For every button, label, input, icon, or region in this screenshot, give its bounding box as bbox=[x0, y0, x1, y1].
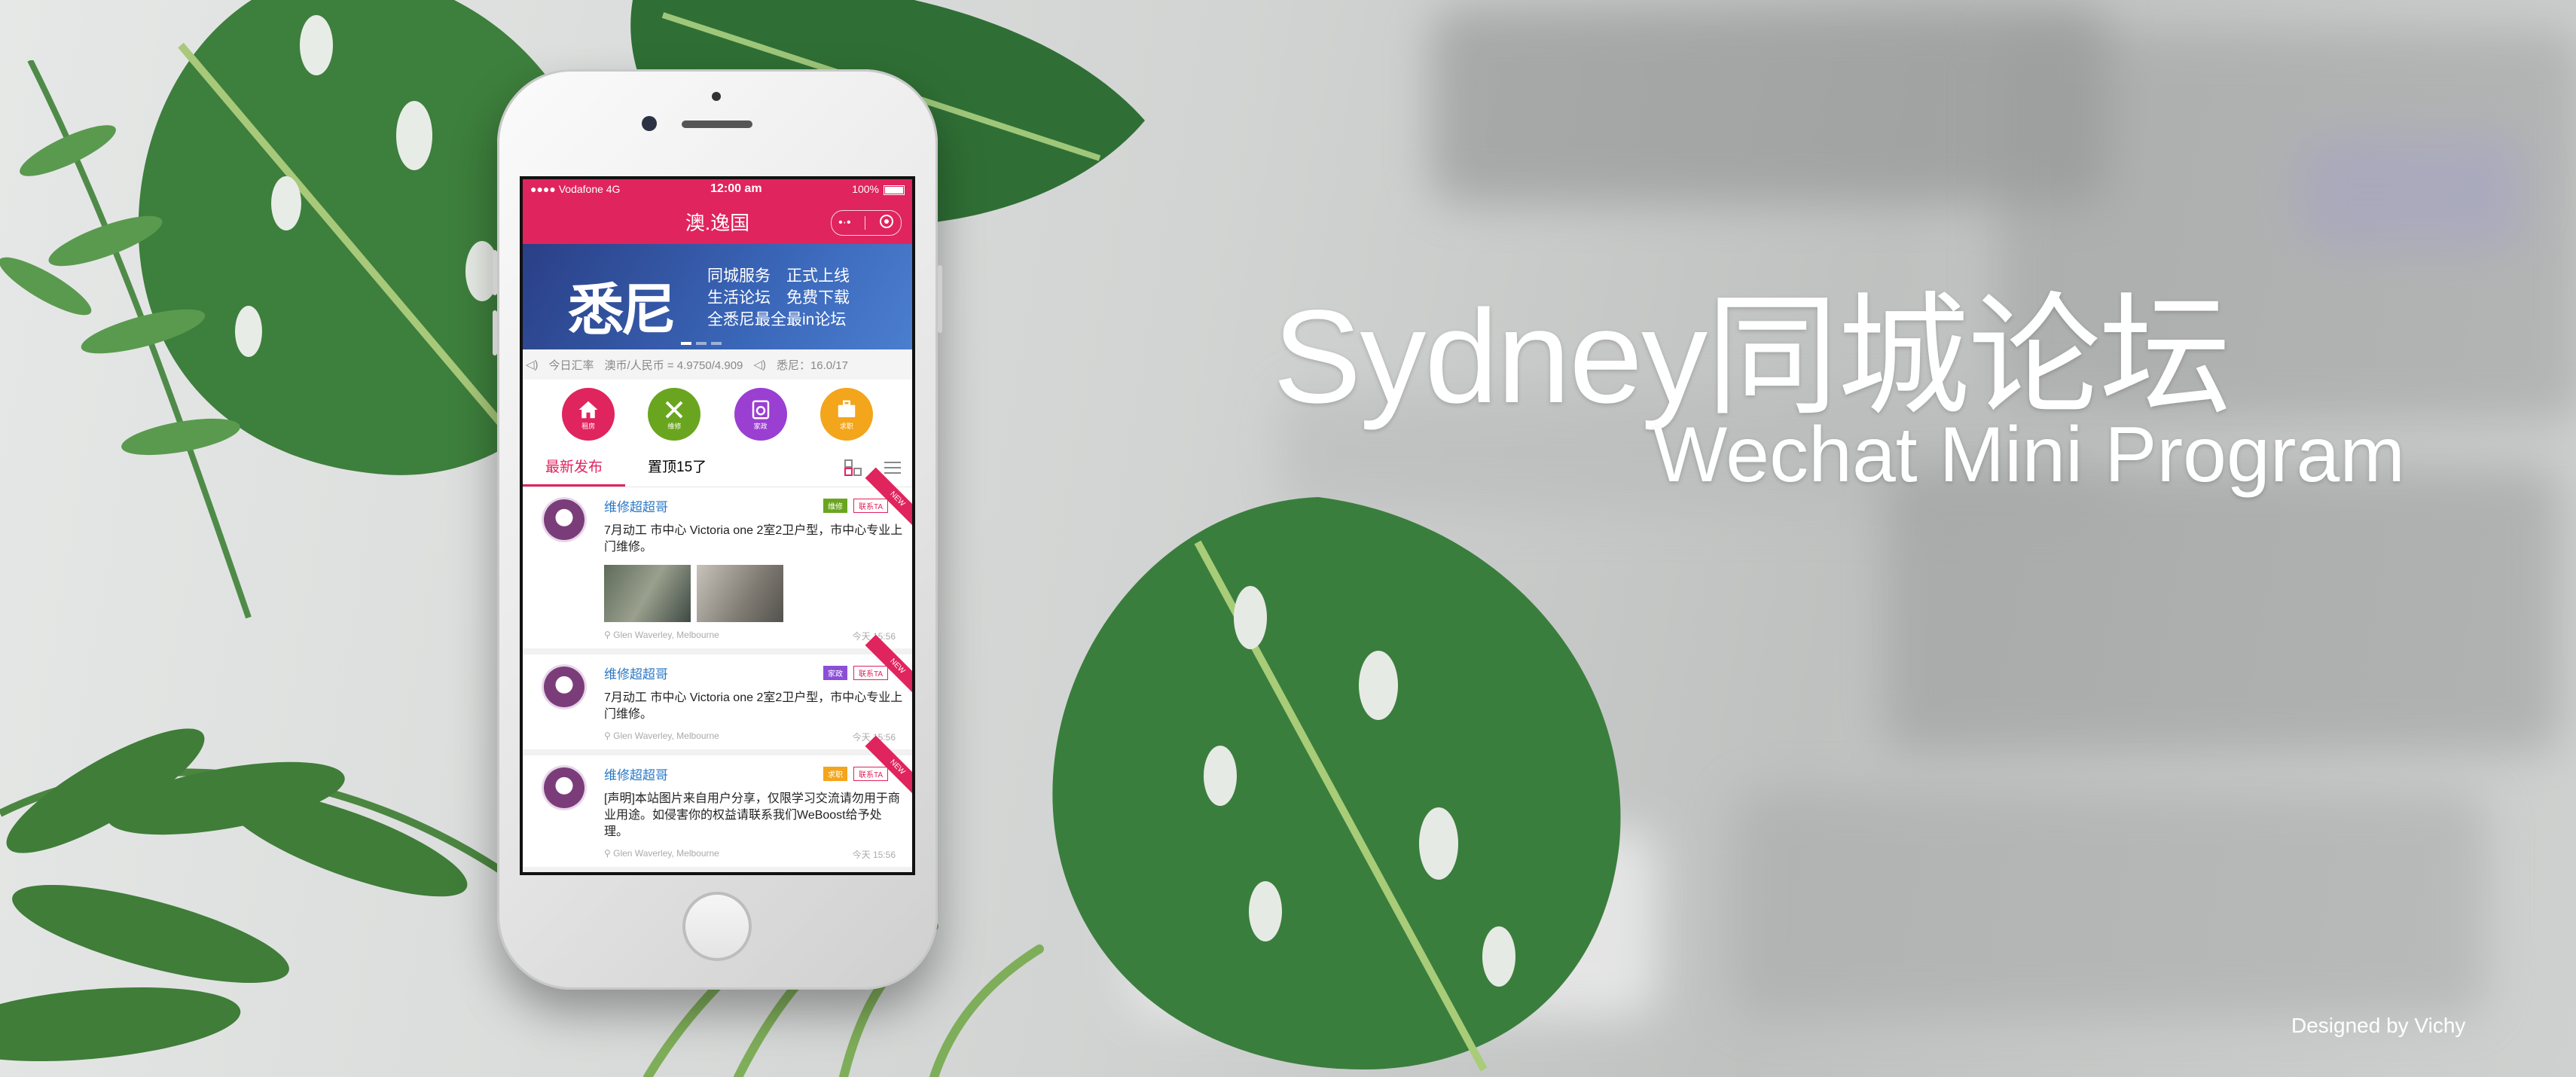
promo-banner[interactable]: 悉尼 同城服务 正式上线 生活论坛 免费下载 全悉尼最全最in论坛 bbox=[523, 244, 912, 349]
tab-latest[interactable]: 最新发布 bbox=[523, 449, 626, 487]
post-item[interactable]: NEW 维修超超哥 求职 联系TA [声明]本站图片来自用户分享，仅限学习交流请… bbox=[523, 735, 912, 872]
post-text: [声明]本站图片来自用户分享，仅限学习交流请勿用于商业用途。如侵害你的权益请联系… bbox=[604, 792, 900, 838]
list-view-icon[interactable] bbox=[884, 459, 902, 476]
phone-camera bbox=[642, 116, 657, 131]
banner-pagination bbox=[681, 342, 722, 345]
battery-icon bbox=[883, 185, 905, 195]
post-location: ⚲ Glen Waverley, Melbourne bbox=[604, 630, 719, 640]
category-tag: 家政 bbox=[823, 666, 847, 680]
monstera-leaf-bottom bbox=[1052, 497, 1621, 1072]
post-text: 7月动工 市中心 Victoria one 2室2卫户型，市中心专业上门维修。 bbox=[604, 524, 903, 554]
exchange-rate: 澳币/人民币 = 4.9750/4.909 bbox=[604, 358, 743, 372]
post-item[interactable]: NEW 维修超超哥 家政 联系TA 7月动工 市中心 Victoria one … bbox=[523, 634, 912, 755]
status-bar: ●●●● Vodafone 4G 12:00 am 100% bbox=[523, 179, 912, 199]
exchange-label: 今日汇率 bbox=[548, 358, 594, 372]
category-repair[interactable]: 维修 bbox=[648, 388, 701, 441]
post-username[interactable]: 维修超超哥 bbox=[604, 664, 817, 682]
banner-slogan: 同城服务 正式上线 生活论坛 免费下载 全悉尼最全最in论坛 bbox=[707, 267, 850, 328]
category-rent[interactable]: 租房 bbox=[562, 388, 615, 441]
phone-volume-button bbox=[493, 250, 497, 295]
carrier: ●●●● Vodafone 4G bbox=[530, 183, 621, 195]
tools-icon bbox=[666, 401, 683, 418]
post-photo[interactable] bbox=[604, 565, 691, 622]
phone-screen: ●●●● Vodafone 4G 12:00 am 100% 澳.逸国 •·• … bbox=[520, 176, 915, 875]
post-text: 7月动工 市中心 Victoria one 2室2卫户型，市中心专业上门维修。 bbox=[604, 691, 903, 721]
phone-mockup: ●●●● Vodafone 4G 12:00 am 100% 澳.逸国 •·• … bbox=[493, 69, 942, 990]
category-tag: 求职 bbox=[823, 767, 847, 781]
avatar[interactable] bbox=[544, 667, 584, 707]
post-location: ⚲ Glen Waverley, Melbourne bbox=[604, 731, 719, 741]
tab-pinned[interactable]: 置顶15了 bbox=[625, 449, 729, 487]
post-time: 今天 15:56 bbox=[852, 850, 896, 860]
category-tag: 维修 bbox=[823, 499, 847, 513]
post-username[interactable]: 维修超超哥 bbox=[604, 496, 817, 515]
category-jobs[interactable]: 求职 bbox=[819, 388, 873, 441]
clock: 12:00 am bbox=[710, 182, 762, 195]
post-username[interactable]: 维修超超哥 bbox=[604, 764, 817, 783]
phone-speaker bbox=[682, 121, 752, 128]
designer-credit: Designed by Vichy bbox=[2291, 1014, 2466, 1037]
close-circle-icon[interactable] bbox=[879, 214, 894, 233]
speaker-icon: ◁) bbox=[753, 358, 766, 371]
home-icon bbox=[578, 401, 598, 418]
post-photo[interactable] bbox=[697, 565, 783, 622]
contact-tag[interactable]: 联系TA bbox=[853, 666, 888, 680]
avatar[interactable] bbox=[544, 767, 584, 808]
banner-city: 悉尼 bbox=[568, 278, 676, 343]
phone-sensor bbox=[712, 92, 721, 101]
background bbox=[0, 0, 2576, 1077]
info-ticker: ◁) 今日汇率 澳币/人民币 = 4.9750/4.909 ◁) 悉尼：16.0… bbox=[523, 349, 912, 380]
headline-subtitle: Wechat Mini Program bbox=[1653, 411, 2405, 499]
phone-volume-button bbox=[493, 310, 497, 355]
weather: 悉尼：16.0/17 bbox=[776, 358, 848, 372]
speaker-icon: ◁) bbox=[526, 358, 539, 371]
category-housekeeping[interactable]: 家政 bbox=[734, 388, 787, 441]
mini-program-capsule: •·• bbox=[831, 210, 902, 236]
grid-view-icon[interactable] bbox=[844, 459, 862, 476]
avatar[interactable] bbox=[544, 499, 584, 540]
phone-power-button bbox=[938, 265, 942, 333]
location-pin-icon: ⚲ bbox=[604, 630, 614, 640]
post-item[interactable]: NEW 维修超超哥 维修 联系TA 7月动工 市中心 Victoria one … bbox=[523, 467, 912, 654]
nav-bar: 澳.逸国 •·• bbox=[523, 199, 912, 244]
quick-category-bar: 租房 维修 家政 求职 bbox=[523, 380, 912, 449]
washer-icon bbox=[752, 400, 769, 419]
headline: Sydney同城论坛 Wechat Mini Program bbox=[1273, 249, 2405, 499]
nav-title: 澳.逸国 bbox=[685, 211, 750, 234]
phone-home-button[interactable] bbox=[682, 892, 752, 961]
feed-tabs: 最新发布 置顶15了 bbox=[523, 449, 912, 487]
more-dots-icon[interactable]: •·• bbox=[838, 216, 851, 230]
post-photos bbox=[604, 565, 903, 622]
battery-status: 100% bbox=[852, 183, 905, 195]
contact-tag[interactable]: 联系TA bbox=[853, 499, 888, 513]
briefcase-icon bbox=[838, 400, 856, 417]
contact-tag[interactable]: 联系TA bbox=[853, 767, 888, 781]
location-pin-icon: ⚲ bbox=[604, 848, 614, 859]
post-location: ⚲ Glen Waverley, Melbourne bbox=[604, 848, 719, 859]
palm-leaf-bottom-left bbox=[0, 728, 530, 1062]
location-pin-icon: ⚲ bbox=[604, 731, 614, 741]
